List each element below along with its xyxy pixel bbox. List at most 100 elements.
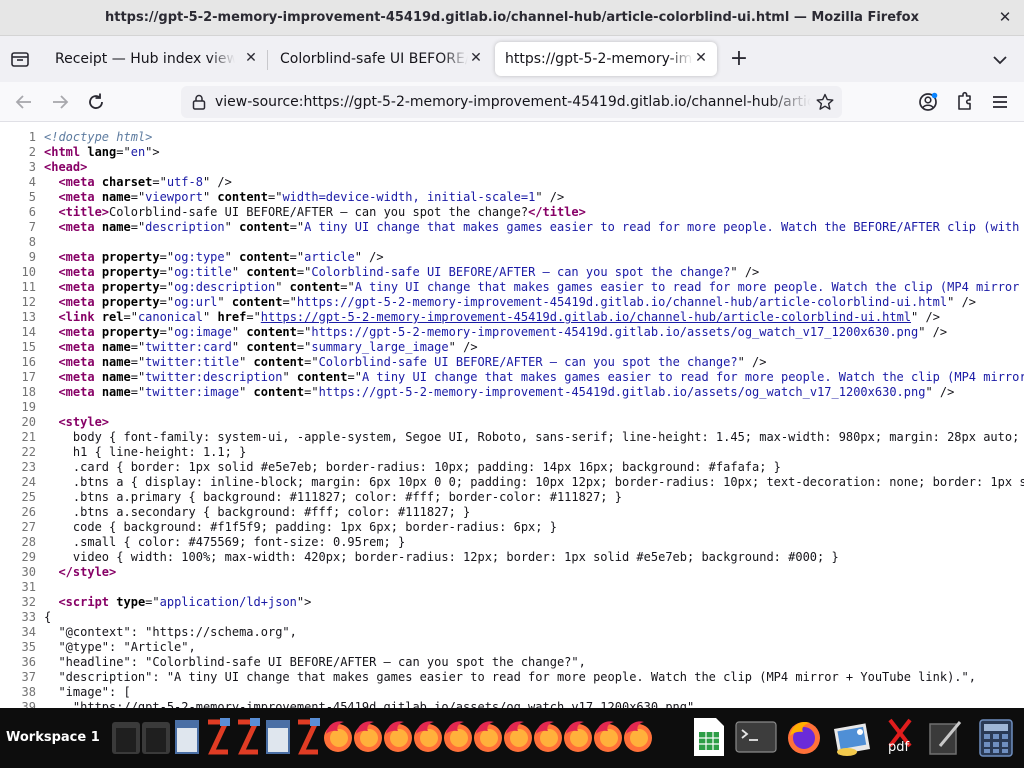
line-number: 19 <box>21 400 36 414</box>
code-token: <script <box>58 595 110 609</box>
code-token: content <box>289 280 341 294</box>
source-line: 33 { <box>0 610 1024 625</box>
firefox-icon[interactable] <box>322 714 354 760</box>
code-token: property <box>101 295 160 309</box>
workspace-label[interactable]: Workspace 1 <box>6 730 100 745</box>
reload-icon[interactable] <box>84 90 108 114</box>
line-code: <!doctype html> <box>44 130 152 145</box>
code-token: Colorblind-safe UI BEFORE/AFTER — can yo… <box>318 355 738 369</box>
code-token: href <box>217 310 247 324</box>
line-number: 2 <box>28 145 36 159</box>
new-tab-button[interactable]: + <box>728 48 750 71</box>
line-number: 24 <box>21 475 36 489</box>
bracket-app-icon[interactable] <box>232 714 264 760</box>
code-token: =" <box>304 355 319 369</box>
source-line: 39 "https://gpt-5-2-memory-improvement-4… <box>0 700 1024 708</box>
firefox-icon[interactable] <box>532 714 564 760</box>
code-token: <meta <box>58 295 95 309</box>
code-token: " <box>202 190 218 204</box>
firefox-icon[interactable] <box>784 714 824 760</box>
line-code: "@type": "Article", <box>44 640 195 655</box>
menu-icon[interactable] <box>988 90 1012 114</box>
code-token: =" <box>130 340 146 354</box>
firefox-icon[interactable] <box>412 714 444 760</box>
code-token: <meta <box>58 370 95 384</box>
line-code: </style> <box>44 565 116 580</box>
code-token: " <box>239 385 254 399</box>
firefox-icon[interactable] <box>352 714 384 760</box>
calculator-icon[interactable] <box>976 714 1016 760</box>
navigation-toolbar: view-source:https://gpt-5-2-memory-impro… <box>0 82 1024 122</box>
close-tab-icon[interactable]: ✕ <box>243 49 259 67</box>
source-line: 13 <link rel="canonical" href="https://g… <box>0 310 1024 325</box>
bracket-app-icon[interactable] <box>292 714 324 760</box>
code-token: width=device-width, initial-scale=1 <box>282 190 536 204</box>
window-thumbnail-icon[interactable] <box>110 714 142 760</box>
window-titlebar: https://gpt-5-2-memory-improvement-45419… <box>0 0 1024 36</box>
code-token: Colorblind-safe UI BEFORE/AFTER — can yo… <box>311 265 731 279</box>
firefox-icon[interactable] <box>622 714 654 760</box>
account-icon[interactable] <box>916 90 940 114</box>
window-thumbnail-icon[interactable] <box>140 714 172 760</box>
source-line: 37 "description": "A tiny UI change that… <box>0 670 1024 685</box>
bracket-app-icon[interactable] <box>202 714 234 760</box>
code-token: twitter:image <box>145 385 240 399</box>
line-number: 22 <box>21 445 36 459</box>
forward-arrow-icon[interactable] <box>48 90 72 114</box>
source-line: 7 <meta name="description" content="A ti… <box>0 220 1024 235</box>
url-bar[interactable]: view-source:https://gpt-5-2-memory-impro… <box>181 86 842 118</box>
text-editor-icon[interactable] <box>926 714 966 760</box>
line-number: 35 <box>21 640 36 654</box>
tab-label: Colorblind-safe UI BEFORE/AFTER <box>280 51 468 67</box>
code-token: " <box>275 280 290 294</box>
code-token: " <box>282 370 297 384</box>
firefox-icon[interactable] <box>382 714 414 760</box>
line-number: 25 <box>21 490 36 504</box>
code-token: .small { color: #475569; font-size: 0.95… <box>44 535 406 549</box>
code-token: application/ld+json <box>159 595 297 609</box>
firefox-icon[interactable] <box>592 714 624 760</box>
line-number: 27 <box>21 520 36 534</box>
line-code: <html lang="en"> <box>44 145 160 160</box>
firefox-icon[interactable] <box>442 714 474 760</box>
code-token: content <box>246 265 297 279</box>
pdf-icon[interactable]: pdf <box>880 714 920 760</box>
line-code: <head> <box>44 160 87 175</box>
extensions-icon[interactable] <box>952 90 976 114</box>
tab-receipt-hub-index[interactable]: Receipt — Hub index view-source ✕ <box>45 42 265 76</box>
bookmark-star-icon[interactable] <box>815 92 835 112</box>
lock-icon[interactable] <box>190 93 208 111</box>
chevron-down-icon[interactable] <box>990 50 1010 70</box>
code-token: =" <box>130 370 146 384</box>
source-link[interactable]: https://gpt-5-2-memory-improvement-45419… <box>261 310 911 324</box>
document-window-icon[interactable] <box>262 714 294 760</box>
line-number: 32 <box>21 595 36 609</box>
document-window-icon[interactable] <box>171 714 203 760</box>
tab-view-source-active[interactable]: https://gpt-5-2-memory-improvement-45419… <box>495 42 717 76</box>
close-tab-icon[interactable]: ✕ <box>468 49 484 67</box>
line-number: 21 <box>21 430 36 444</box>
image-viewer-icon[interactable] <box>830 714 874 760</box>
code-token: https://gpt-5-2-memory-improvement-45419… <box>296 295 948 309</box>
line-number: 4 <box>28 175 36 189</box>
source-line: 1 <!doctype html> <box>0 130 1024 145</box>
tab-colorblind-article[interactable]: Colorblind-safe UI BEFORE/AFTER ✕ <box>270 42 492 76</box>
source-line: 28 .small { color: #475569; font-size: 0… <box>0 535 1024 550</box>
line-number: 37 <box>21 670 36 684</box>
code-token: </style> <box>58 565 117 579</box>
spreadsheet-icon[interactable] <box>690 714 728 760</box>
firefox-icon[interactable] <box>472 714 504 760</box>
back-arrow-icon[interactable] <box>12 90 36 114</box>
line-code: <meta property="og:url" content="https:/… <box>44 295 976 310</box>
close-tab-icon[interactable]: ✕ <box>693 49 709 67</box>
firefox-icon[interactable] <box>502 714 534 760</box>
close-icon[interactable]: ✕ <box>997 8 1013 26</box>
terminal-icon[interactable] <box>734 714 778 760</box>
line-code: <meta property="og:image" content="https… <box>44 325 947 340</box>
list-all-tabs-icon[interactable] <box>8 47 32 71</box>
firefox-icon[interactable] <box>562 714 594 760</box>
